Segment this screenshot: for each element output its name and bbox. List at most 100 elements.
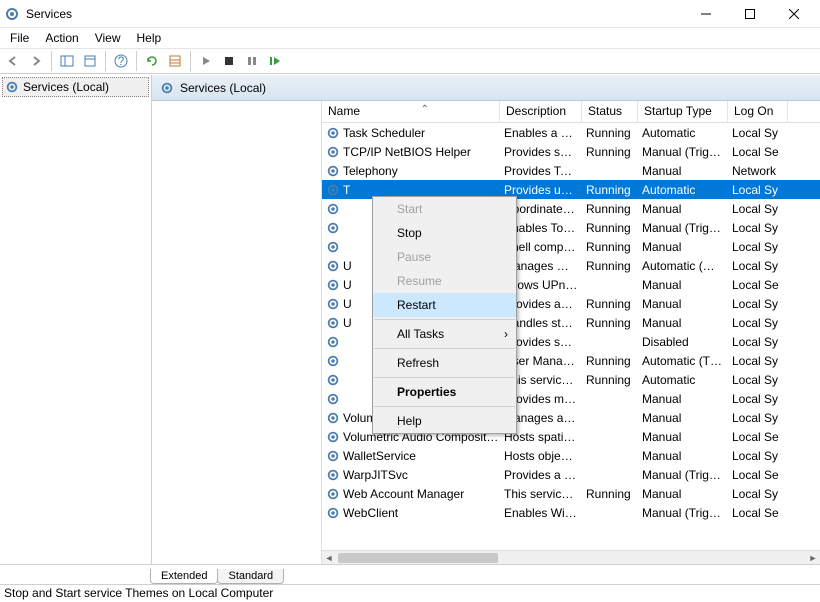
col-log-on[interactable]: Log On	[728, 101, 788, 122]
context-menu-item-start: Start	[373, 197, 516, 221]
tab-standard[interactable]: Standard	[217, 569, 284, 584]
cell-status: Running	[582, 354, 638, 368]
service-icon	[326, 316, 340, 330]
export-list-button[interactable]	[79, 50, 101, 72]
start-service-button[interactable]	[195, 50, 217, 72]
cell-name: WalletService	[322, 449, 500, 463]
cell-startup: Automatic (…	[638, 259, 728, 273]
service-icon	[326, 354, 340, 368]
tree-root-label: Services (Local)	[23, 80, 109, 94]
cell-startup: Manual	[638, 449, 728, 463]
cell-startup: Manual (Trig…	[638, 221, 728, 235]
tree-root-node[interactable]: Services (Local)	[2, 77, 149, 97]
cell-logon: Local Sy	[728, 354, 788, 368]
view-tabs: Extended Standard	[0, 564, 820, 584]
window-title: Services	[26, 7, 684, 21]
close-button[interactable]	[772, 0, 816, 28]
cell-logon: Local Sy	[728, 411, 788, 425]
cell-status: Running	[582, 297, 638, 311]
context-menu: StartStopPauseResumeRestartAll TasksRefr…	[372, 196, 517, 434]
scroll-thumb[interactable]	[338, 553, 498, 563]
cell-startup: Manual (Trig…	[638, 145, 728, 159]
cell-logon: Local Sy	[728, 487, 788, 501]
cell-name: Telephony	[322, 164, 500, 178]
menu-file[interactable]: File	[2, 29, 37, 47]
service-row[interactable]: WalletServiceHosts objec…ManualLocal Sy	[322, 446, 820, 465]
cell-logon: Network	[728, 164, 788, 178]
services-node-icon	[5, 80, 19, 94]
context-menu-separator	[374, 319, 515, 320]
service-row[interactable]: Task SchedulerEnables a us…RunningAutoma…	[322, 123, 820, 142]
cell-name: WebClient	[322, 506, 500, 520]
context-menu-separator	[374, 406, 515, 407]
cell-logon: Local Se	[728, 278, 788, 292]
show-hide-tree-button[interactable]	[56, 50, 78, 72]
toolbar: ?	[0, 48, 820, 74]
horizontal-scrollbar[interactable]: ◄ ►	[322, 550, 820, 564]
menu-view[interactable]: View	[87, 29, 129, 47]
cell-description: Hosts objec…	[500, 449, 582, 463]
col-name[interactable]: Name	[322, 101, 500, 122]
context-menu-item-restart[interactable]: Restart	[373, 293, 516, 317]
service-row[interactable]: Web Account ManagerThis service …Running…	[322, 484, 820, 503]
maximize-button[interactable]	[728, 0, 772, 28]
minimize-button[interactable]	[684, 0, 728, 28]
cell-startup: Manual	[638, 240, 728, 254]
panel-icon	[160, 81, 174, 95]
cell-description: Provides su…	[500, 145, 582, 159]
tab-extended[interactable]: Extended	[150, 569, 218, 584]
cell-logon: Local Se	[728, 145, 788, 159]
col-startup-type[interactable]: Startup Type	[638, 101, 728, 122]
properties-button[interactable]	[164, 50, 186, 72]
scroll-left-arrow[interactable]: ◄	[322, 552, 336, 564]
tree-pane: Services (Local)	[0, 75, 152, 564]
pause-service-button[interactable]	[241, 50, 263, 72]
menu-help[interactable]: Help	[129, 29, 170, 47]
cell-logon: Local Sy	[728, 221, 788, 235]
svg-text:?: ?	[118, 54, 125, 68]
context-menu-item-all-tasks[interactable]: All Tasks	[373, 322, 516, 346]
cell-logon: Local Sy	[728, 335, 788, 349]
cell-startup: Manual	[638, 297, 728, 311]
panel-title: Services (Local)	[180, 81, 266, 95]
context-menu-separator	[374, 348, 515, 349]
service-row[interactable]: TelephonyProvides Tel…ManualNetwork	[322, 161, 820, 180]
scroll-right-arrow[interactable]: ►	[806, 552, 820, 564]
context-menu-item-refresh[interactable]: Refresh	[373, 351, 516, 375]
cell-logon: Local Sy	[728, 373, 788, 387]
cell-description: Provides a JI…	[500, 468, 582, 482]
restart-service-button[interactable]	[264, 50, 286, 72]
service-row[interactable]: WebClientEnables Win…Manual (Trig…Local …	[322, 503, 820, 522]
col-status[interactable]: Status	[582, 101, 638, 122]
cell-description: Enables Win…	[500, 506, 582, 520]
context-menu-item-properties[interactable]: Properties	[373, 380, 516, 404]
back-button[interactable]	[2, 50, 24, 72]
details-panel	[152, 101, 322, 564]
context-menu-item-stop[interactable]: Stop	[373, 221, 516, 245]
cell-startup: Manual	[638, 316, 728, 330]
cell-name: Web Account Manager	[322, 487, 500, 501]
cell-logon: Local Sy	[728, 316, 788, 330]
service-icon	[326, 126, 340, 140]
cell-startup: Manual	[638, 487, 728, 501]
service-icon	[326, 240, 340, 254]
refresh-button[interactable]	[141, 50, 163, 72]
stop-service-button[interactable]	[218, 50, 240, 72]
service-row[interactable]: WarpJITSvcProvides a JI…Manual (Trig…Loc…	[322, 465, 820, 484]
cell-startup: Manual	[638, 164, 728, 178]
menu-action[interactable]: Action	[37, 29, 86, 47]
help-button[interactable]: ?	[110, 50, 132, 72]
service-icon	[326, 468, 340, 482]
service-icon	[326, 221, 340, 235]
cell-logon: Local Sy	[728, 126, 788, 140]
cell-description: This service …	[500, 487, 582, 501]
cell-status: Running	[582, 240, 638, 254]
column-headers: Name Description Status Startup Type Log…	[322, 101, 820, 123]
context-menu-item-help[interactable]: Help	[373, 409, 516, 433]
cell-logon: Local Sy	[728, 183, 788, 197]
col-description[interactable]: Description	[500, 101, 582, 122]
service-row[interactable]: TCP/IP NetBIOS HelperProvides su…Running…	[322, 142, 820, 161]
cell-description: Provides us…	[500, 183, 582, 197]
forward-button[interactable]	[25, 50, 47, 72]
service-icon	[326, 183, 340, 197]
